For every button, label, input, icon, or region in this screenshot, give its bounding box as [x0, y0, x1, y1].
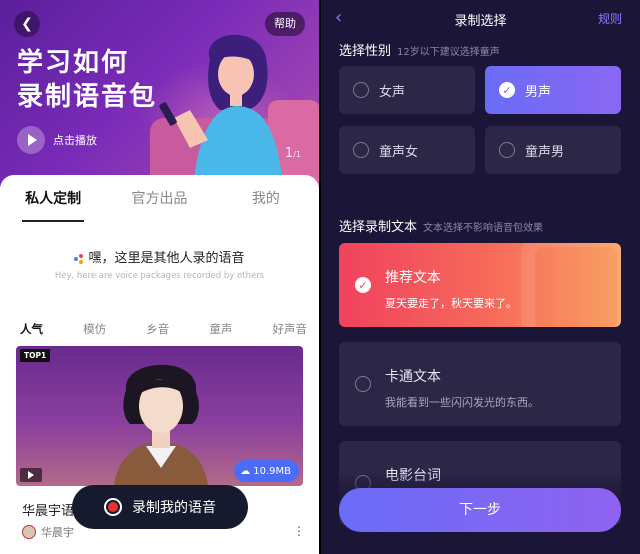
- banner-title-line2: 录制语音包: [17, 82, 158, 112]
- category-child-voice[interactable]: 童声: [209, 321, 232, 337]
- gender-section-label: 选择性别: [339, 44, 392, 59]
- text-section-title: 选择录制文本 文本选择不影响语音包效果: [339, 216, 543, 235]
- category-tabs: 人气 模仿 乡音 童声 好声音: [0, 321, 319, 337]
- banner-pager: 1/1: [285, 146, 301, 161]
- play-label: 点击播放: [53, 134, 97, 147]
- tab-mine[interactable]: 我的: [213, 188, 319, 208]
- category-good-voice[interactable]: 好声音: [273, 321, 308, 337]
- voice-package-tutorial-screen: ❮ 帮助 学习如何 录制语音包 点击播放 1/1 私人定制 官方出品 我的 嘿，…: [0, 0, 319, 554]
- banner-title-line1: 学习如何: [17, 48, 130, 78]
- illustration-woman: [150, 34, 319, 195]
- radio-icon: [353, 142, 369, 158]
- tutorial-banner[interactable]: ❮ 帮助 学习如何 录制语音包 点击播放 1/1: [0, 0, 319, 195]
- text-option-recommended[interactable]: ✓ 推荐文本 夏天要走了，秋天要来了。: [339, 243, 621, 327]
- option-label: 童声女: [379, 144, 419, 160]
- back-arrow-icon: ❮: [21, 16, 33, 32]
- radio-icon: [355, 376, 371, 392]
- option-male-voice[interactable]: ✓ 男声: [485, 66, 621, 114]
- text-option-desc: 我能看到一些闪闪发光的东西。: [385, 396, 539, 409]
- text-section-label: 选择录制文本: [339, 220, 418, 235]
- tab-official[interactable]: 官方出品: [106, 188, 212, 208]
- download-size-badge[interactable]: ☁ 10.9MB: [234, 460, 299, 482]
- check-icon: ✓: [355, 277, 371, 293]
- rules-link[interactable]: 规则: [598, 10, 622, 27]
- singer-portrait: [114, 364, 208, 486]
- page-title: 录制选择: [454, 14, 507, 29]
- option-child-female-voice[interactable]: 童声女: [339, 126, 475, 174]
- package-author[interactable]: 华晨宇: [22, 524, 74, 540]
- text-option-title: 卡通文本: [385, 369, 441, 385]
- back-button[interactable]: ❮: [14, 11, 40, 37]
- main-tab-bar: 私人定制 官方出品 我的: [0, 175, 319, 222]
- radio-icon: [353, 82, 369, 98]
- cloud-download-icon: ☁: [240, 465, 251, 477]
- banner-title: 学习如何 录制语音包: [17, 46, 157, 114]
- gender-hint: 12岁以下建议选择童声: [397, 47, 500, 58]
- text-hint: 文本选择不影响语音包效果: [423, 223, 544, 234]
- check-icon: ✓: [499, 82, 515, 98]
- author-name: 华晨宇: [41, 526, 74, 539]
- hint-subtext: Hey, here are voice packages recorded by…: [54, 271, 265, 281]
- pager-total: /1: [293, 150, 301, 159]
- option-female-voice[interactable]: 女声: [339, 66, 475, 114]
- pager-current: 1: [284, 146, 294, 161]
- category-imitation[interactable]: 模仿: [83, 321, 106, 337]
- others-voice-hint: 嘿，这里是其他人录的语音: [0, 247, 319, 266]
- radio-icon: [499, 142, 515, 158]
- package-name: 华晨宇语: [22, 504, 75, 519]
- option-child-male-voice[interactable]: 童声男: [485, 126, 621, 174]
- voice-package-card[interactable]: TOP1 ☁ 10.9MB: [16, 346, 303, 486]
- package-size: 10.9MB: [253, 465, 291, 477]
- tab-private-custom[interactable]: 私人定制: [0, 188, 106, 222]
- category-dialect[interactable]: 乡音: [146, 321, 169, 337]
- record-icon: [104, 498, 122, 516]
- option-label: 男声: [525, 84, 552, 100]
- more-icon[interactable]: ⋮: [293, 524, 305, 538]
- play-icon: [17, 126, 45, 154]
- rank-badge: TOP1: [20, 349, 51, 362]
- gender-section-title: 选择性别 12岁以下建议选择童声: [339, 40, 500, 59]
- author-avatar: [22, 525, 36, 539]
- text-option-cartoon[interactable]: 卡通文本 我能看到一些闪闪发光的东西。: [339, 342, 621, 426]
- hint-text: 嘿，这里是其他人录的语音: [88, 251, 245, 266]
- preview-play-icon[interactable]: [20, 468, 42, 482]
- help-button[interactable]: 帮助: [265, 12, 305, 36]
- record-my-voice-button[interactable]: 录制我的语音: [72, 485, 248, 529]
- option-label: 童声男: [525, 144, 565, 160]
- play-tutorial-button[interactable]: 点击播放: [17, 126, 97, 154]
- header: ‹ 录制选择 规则: [321, 0, 640, 38]
- category-popular[interactable]: 人气: [20, 321, 43, 337]
- record-label: 录制我的语音: [132, 500, 216, 516]
- recording-selection-screen: ‹ 录制选择 规则 选择性别 12岁以下建议选择童声 女声 ✓ 男声 童声女 童声男…: [321, 0, 640, 554]
- card-decoration: [521, 243, 621, 327]
- next-step-button[interactable]: 下一步: [339, 488, 621, 532]
- option-label: 女声: [379, 84, 406, 100]
- colorful-dots-icon: [74, 253, 84, 264]
